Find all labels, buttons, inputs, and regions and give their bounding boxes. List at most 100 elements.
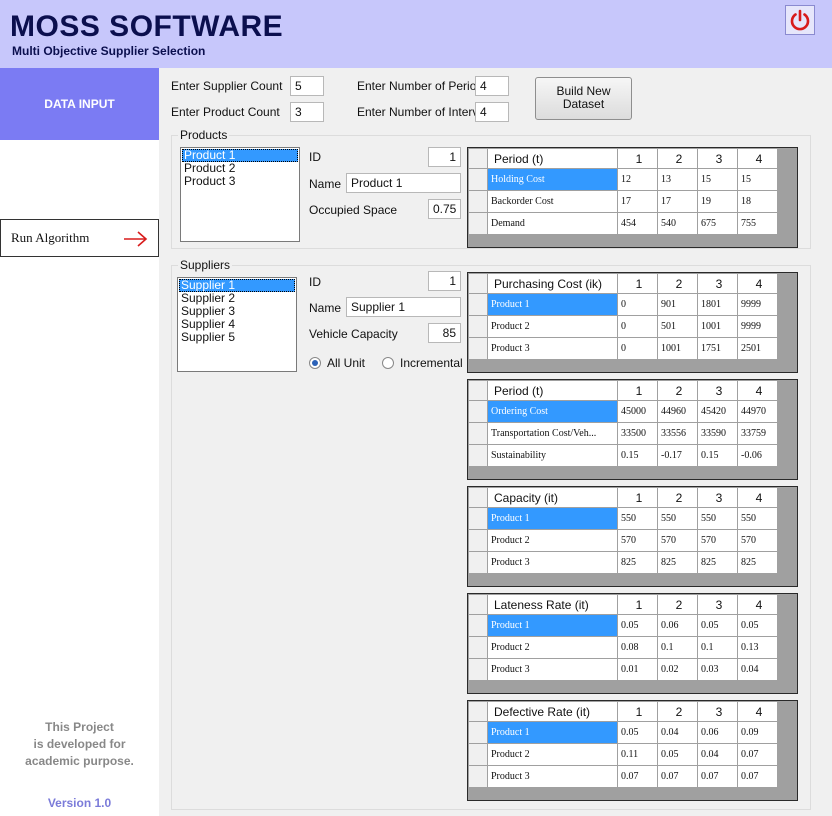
table-row[interactable]: Product 1 0.05 0.04 0.06 0.09: [468, 721, 778, 744]
supplier-grid[interactable]: Lateness Rate (it) 1 2 3 4 Product 1 0.05 0.06 0…: [467, 593, 798, 694]
incremental-radio[interactable]: Incremental: [382, 356, 463, 370]
table-cell[interactable]: 44970: [737, 400, 778, 423]
supplier-listbox[interactable]: Supplier 1 Supplier 2 Supplier 3 Supplie…: [177, 277, 297, 372]
table-cell[interactable]: 0.15: [617, 444, 658, 467]
table-cell[interactable]: 0.05: [617, 721, 658, 744]
table-cell[interactable]: 570: [737, 529, 778, 552]
build-dataset-button[interactable]: Build New Dataset: [535, 77, 632, 120]
table-cell[interactable]: 0.05: [657, 743, 698, 766]
table-row[interactable]: Product 1 0 901 1801 9999: [468, 293, 778, 316]
table-cell[interactable]: -0.06: [737, 444, 778, 467]
interval-count-input[interactable]: 4: [475, 102, 509, 122]
table-cell[interactable]: 901: [657, 293, 698, 316]
table-cell[interactable]: 0.01: [617, 658, 658, 681]
table-row[interactable]: Demand 454 540 675 755: [468, 212, 778, 235]
table-cell[interactable]: 0.07: [617, 765, 658, 788]
table-cell[interactable]: 1001: [657, 337, 698, 360]
table-row[interactable]: Holding Cost 12 13 15 15: [468, 168, 778, 191]
supplier-name-input[interactable]: Supplier 1: [346, 297, 461, 317]
period-count-input[interactable]: 4: [475, 76, 509, 96]
table-cell[interactable]: 33590: [697, 422, 738, 445]
table-cell[interactable]: 550: [697, 507, 738, 530]
table-cell[interactable]: 825: [737, 551, 778, 574]
table-row[interactable]: Backorder Cost 17 17 19 18: [468, 190, 778, 213]
sidebar-item-data-input[interactable]: DATA INPUT: [0, 68, 159, 140]
table-cell[interactable]: -0.17: [657, 444, 698, 467]
power-button[interactable]: [785, 5, 815, 35]
table-cell[interactable]: 501: [657, 315, 698, 338]
supplier-grid[interactable]: Capacity (it) 1 2 3 4 Product 1 550 550 550 550 Pr…: [467, 486, 798, 587]
table-cell[interactable]: 0: [617, 337, 658, 360]
table-row[interactable]: Ordering Cost 45000 44960 45420 44970: [468, 400, 778, 423]
table-cell[interactable]: 1001: [697, 315, 738, 338]
table-cell[interactable]: 0.05: [697, 614, 738, 637]
supplier-grid[interactable]: Period (t) 1 2 3 4 Ordering Cost 45000 44960 454…: [467, 379, 798, 480]
table-row[interactable]: Sustainability 0.15 -0.17 0.15 -0.06: [468, 444, 778, 467]
table-cell[interactable]: 19: [697, 190, 738, 213]
table-cell[interactable]: 0.07: [697, 765, 738, 788]
table-cell[interactable]: 0.11: [617, 743, 658, 766]
all-unit-radio[interactable]: All Unit: [309, 356, 365, 370]
table-cell[interactable]: 18: [737, 190, 778, 213]
table-cell[interactable]: 825: [657, 551, 698, 574]
table-cell[interactable]: 570: [697, 529, 738, 552]
table-cell[interactable]: 0.03: [697, 658, 738, 681]
table-cell[interactable]: 550: [737, 507, 778, 530]
table-row[interactable]: Product 1 0.05 0.06 0.05 0.05: [468, 614, 778, 637]
vehicle-capacity-input[interactable]: 85: [428, 323, 461, 343]
supplier-grid[interactable]: Defective Rate (it) 1 2 3 4 Product 1 0.05 0.04…: [467, 700, 798, 801]
table-cell[interactable]: 1801: [697, 293, 738, 316]
table-cell[interactable]: 17: [657, 190, 698, 213]
table-cell[interactable]: 0.05: [617, 614, 658, 637]
table-cell[interactable]: 17: [617, 190, 658, 213]
table-cell[interactable]: 825: [617, 551, 658, 574]
supplier-count-input[interactable]: 5: [290, 76, 324, 96]
table-cell[interactable]: 0.1: [697, 636, 738, 659]
table-cell[interactable]: 540: [657, 212, 698, 235]
table-cell[interactable]: 570: [617, 529, 658, 552]
table-cell[interactable]: 675: [697, 212, 738, 235]
run-algorithm-button[interactable]: Run Algorithm: [0, 219, 159, 257]
table-cell[interactable]: 0.05: [737, 614, 778, 637]
supplier-grid[interactable]: Purchasing Cost (ik) 1 2 3 4 Product 1 0 901 180…: [467, 272, 798, 373]
table-cell[interactable]: 550: [657, 507, 698, 530]
table-cell[interactable]: 1751: [697, 337, 738, 360]
table-cell[interactable]: 0.07: [737, 743, 778, 766]
supplier-id-input[interactable]: 1: [428, 271, 461, 291]
table-cell[interactable]: 15: [697, 168, 738, 191]
table-cell[interactable]: 12: [617, 168, 658, 191]
table-cell[interactable]: 825: [697, 551, 738, 574]
table-cell[interactable]: 15: [737, 168, 778, 191]
list-item[interactable]: Product 3: [182, 175, 298, 188]
table-cell[interactable]: 550: [617, 507, 658, 530]
table-row[interactable]: Transportation Cost/Veh... 33500 33556 3359…: [468, 422, 778, 445]
table-cell[interactable]: 0.07: [737, 765, 778, 788]
table-cell[interactable]: 0.15: [697, 444, 738, 467]
table-row[interactable]: Product 2 570 570 570 570: [468, 529, 778, 552]
table-cell[interactable]: 9999: [737, 315, 778, 338]
table-cell[interactable]: 0.07: [657, 765, 698, 788]
table-row[interactable]: Product 3 0 1001 1751 2501: [468, 337, 778, 360]
table-cell[interactable]: 0.06: [697, 721, 738, 744]
table-cell[interactable]: 0: [617, 293, 658, 316]
table-cell[interactable]: 0.06: [657, 614, 698, 637]
table-cell[interactable]: 9999: [737, 293, 778, 316]
table-cell[interactable]: 45000: [617, 400, 658, 423]
table-row[interactable]: Product 3 0.01 0.02 0.03 0.04: [468, 658, 778, 681]
table-row[interactable]: Product 1 550 550 550 550: [468, 507, 778, 530]
table-row[interactable]: Product 2 0.11 0.05 0.04 0.07: [468, 743, 778, 766]
product-listbox[interactable]: Product 1 Product 2 Product 3: [180, 147, 300, 242]
table-cell[interactable]: 454: [617, 212, 658, 235]
product-id-input[interactable]: 1: [428, 147, 461, 167]
table-cell[interactable]: 570: [657, 529, 698, 552]
table-cell[interactable]: 33759: [737, 422, 778, 445]
table-cell[interactable]: 2501: [737, 337, 778, 360]
occupied-space-input[interactable]: 0.75: [428, 199, 461, 219]
table-cell[interactable]: 0.04: [697, 743, 738, 766]
table-cell[interactable]: 0.09: [737, 721, 778, 744]
table-row[interactable]: Product 2 0.08 0.1 0.1 0.13: [468, 636, 778, 659]
table-row[interactable]: Product 3 825 825 825 825: [468, 551, 778, 574]
table-cell[interactable]: 33500: [617, 422, 658, 445]
product-count-input[interactable]: 3: [290, 102, 324, 122]
table-cell[interactable]: 755: [737, 212, 778, 235]
